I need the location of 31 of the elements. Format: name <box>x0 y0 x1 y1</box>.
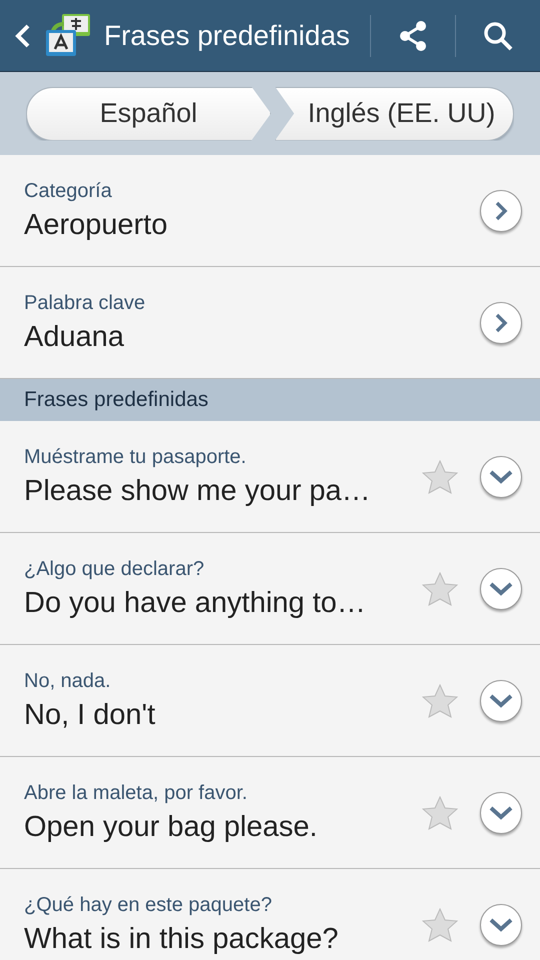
phrase-translation: Please show me your pa… <box>24 474 372 508</box>
chevron-down-icon[interactable] <box>480 904 522 946</box>
star-icon[interactable] <box>422 684 458 718</box>
chevron-right-icon[interactable] <box>480 190 522 232</box>
phrase-translation: No, I don't <box>24 698 156 732</box>
section-header: Frases predefinidas <box>24 388 208 412</box>
star-icon[interactable] <box>422 796 458 830</box>
phrase-translation: What is in this package? <box>24 922 340 956</box>
phrase-translation: Do you have anything to… <box>24 586 367 620</box>
field-value: Aeropuerto <box>24 208 168 242</box>
phrase-source: ¿Qué hay en este paquete? <box>24 894 273 916</box>
screen-title: Frases predefinidas <box>104 20 351 52</box>
field-label: Categoría <box>24 180 113 202</box>
chevron-down-icon[interactable] <box>480 680 522 722</box>
chevron-down-icon[interactable] <box>480 456 522 498</box>
chevron-down-icon[interactable] <box>480 568 522 610</box>
phrase-translation: Open your bag please. <box>24 810 318 844</box>
target-language-button[interactable]: Inglés (EE. UU) <box>274 86 514 140</box>
star-icon[interactable] <box>422 572 458 606</box>
back-icon[interactable] <box>14 22 32 48</box>
chevron-right-icon[interactable] <box>480 302 522 344</box>
source-language-button[interactable]: Español <box>26 86 271 140</box>
field-value: Aduana <box>24 320 125 354</box>
chevron-down-icon[interactable] <box>480 792 522 834</box>
phrase-source: No, nada. <box>24 670 112 692</box>
star-icon[interactable] <box>422 460 458 494</box>
phrase-source: Muéstrame tu pasaporte. <box>24 446 248 468</box>
phrase-source: Abre la maleta, por favor. <box>24 782 248 804</box>
phrase-source: ¿Algo que declarar? <box>24 558 206 580</box>
star-icon[interactable] <box>422 908 458 942</box>
field-label: Palabra clave <box>24 292 146 314</box>
